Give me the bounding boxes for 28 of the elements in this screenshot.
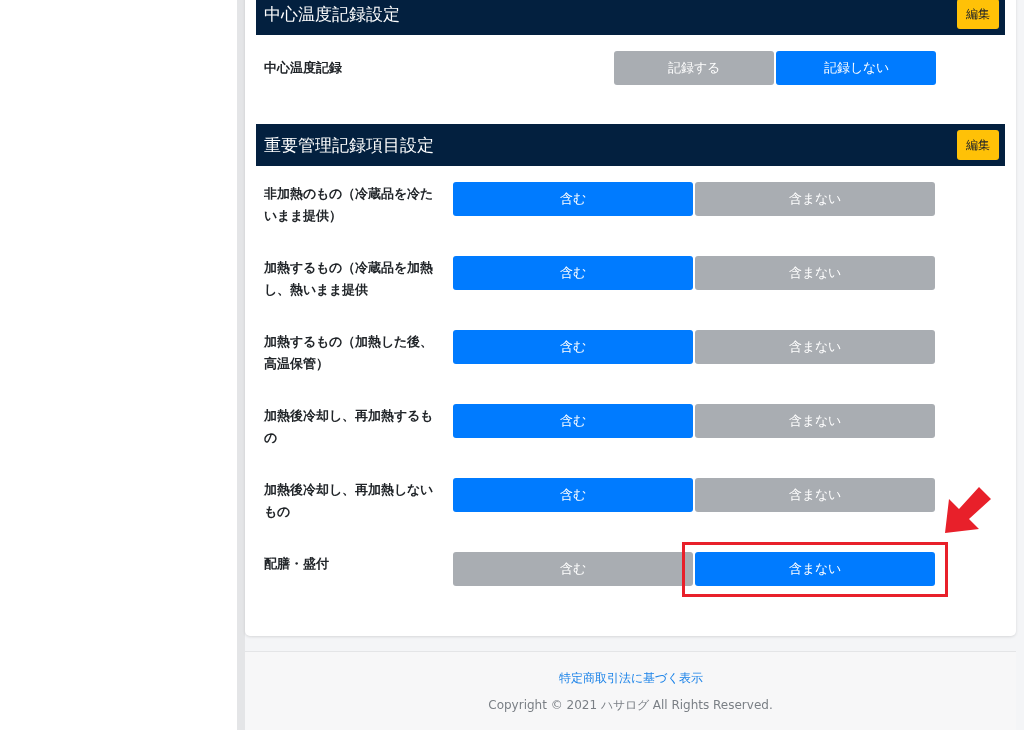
option-button[interactable]: 含む [453, 256, 693, 290]
option-button[interactable]: 含む [453, 330, 693, 364]
setting-label: 中心温度記録 [263, 59, 343, 77]
section-title: 重要管理記録項目設定 [264, 133, 434, 157]
setting-label: 加熱後冷却し、再加熱するもの [263, 407, 434, 447]
option-button[interactable]: 記録する [614, 51, 774, 85]
option-button[interactable]: 含まない [695, 478, 935, 512]
option-button[interactable]: 含む [453, 552, 693, 586]
option-button[interactable]: 含まない [695, 182, 935, 216]
option-button[interactable]: 記録しない [776, 51, 936, 85]
option-button[interactable]: 含まない [695, 330, 935, 364]
setting-label: 加熱するもの（冷蔵品を加熱し、熱いまま提供 [263, 259, 434, 299]
legal-notice-link[interactable]: 特定商取引法に基づく表示 [558, 670, 703, 687]
edit-button[interactable]: 編集 [957, 130, 999, 160]
copyright-text: Copyright © 2021 ハサログ All Rights Reserved. [488, 697, 773, 714]
setting-label: 非加熱のもの（冷蔵品を冷たいまま提供） [263, 185, 434, 225]
setting-label: 加熱するもの（加熱した後、高温保管） [263, 333, 434, 373]
option-button[interactable]: 含む [453, 182, 693, 216]
option-button[interactable]: 含む [453, 478, 693, 512]
section-title: 中心温度記録設定 [264, 2, 400, 26]
edit-button[interactable]: 編集 [957, 0, 999, 29]
option-button[interactable]: 含む [453, 404, 693, 438]
pointer-arrow-icon [945, 487, 991, 533]
setting-label: 加熱後冷却し、再加熱しないもの [263, 481, 434, 521]
setting-label: 配膳・盛付 [263, 555, 330, 573]
option-button[interactable]: 含まない [695, 256, 935, 290]
option-button[interactable]: 含まない [695, 404, 935, 438]
option-button[interactable]: 含まない [695, 552, 935, 586]
